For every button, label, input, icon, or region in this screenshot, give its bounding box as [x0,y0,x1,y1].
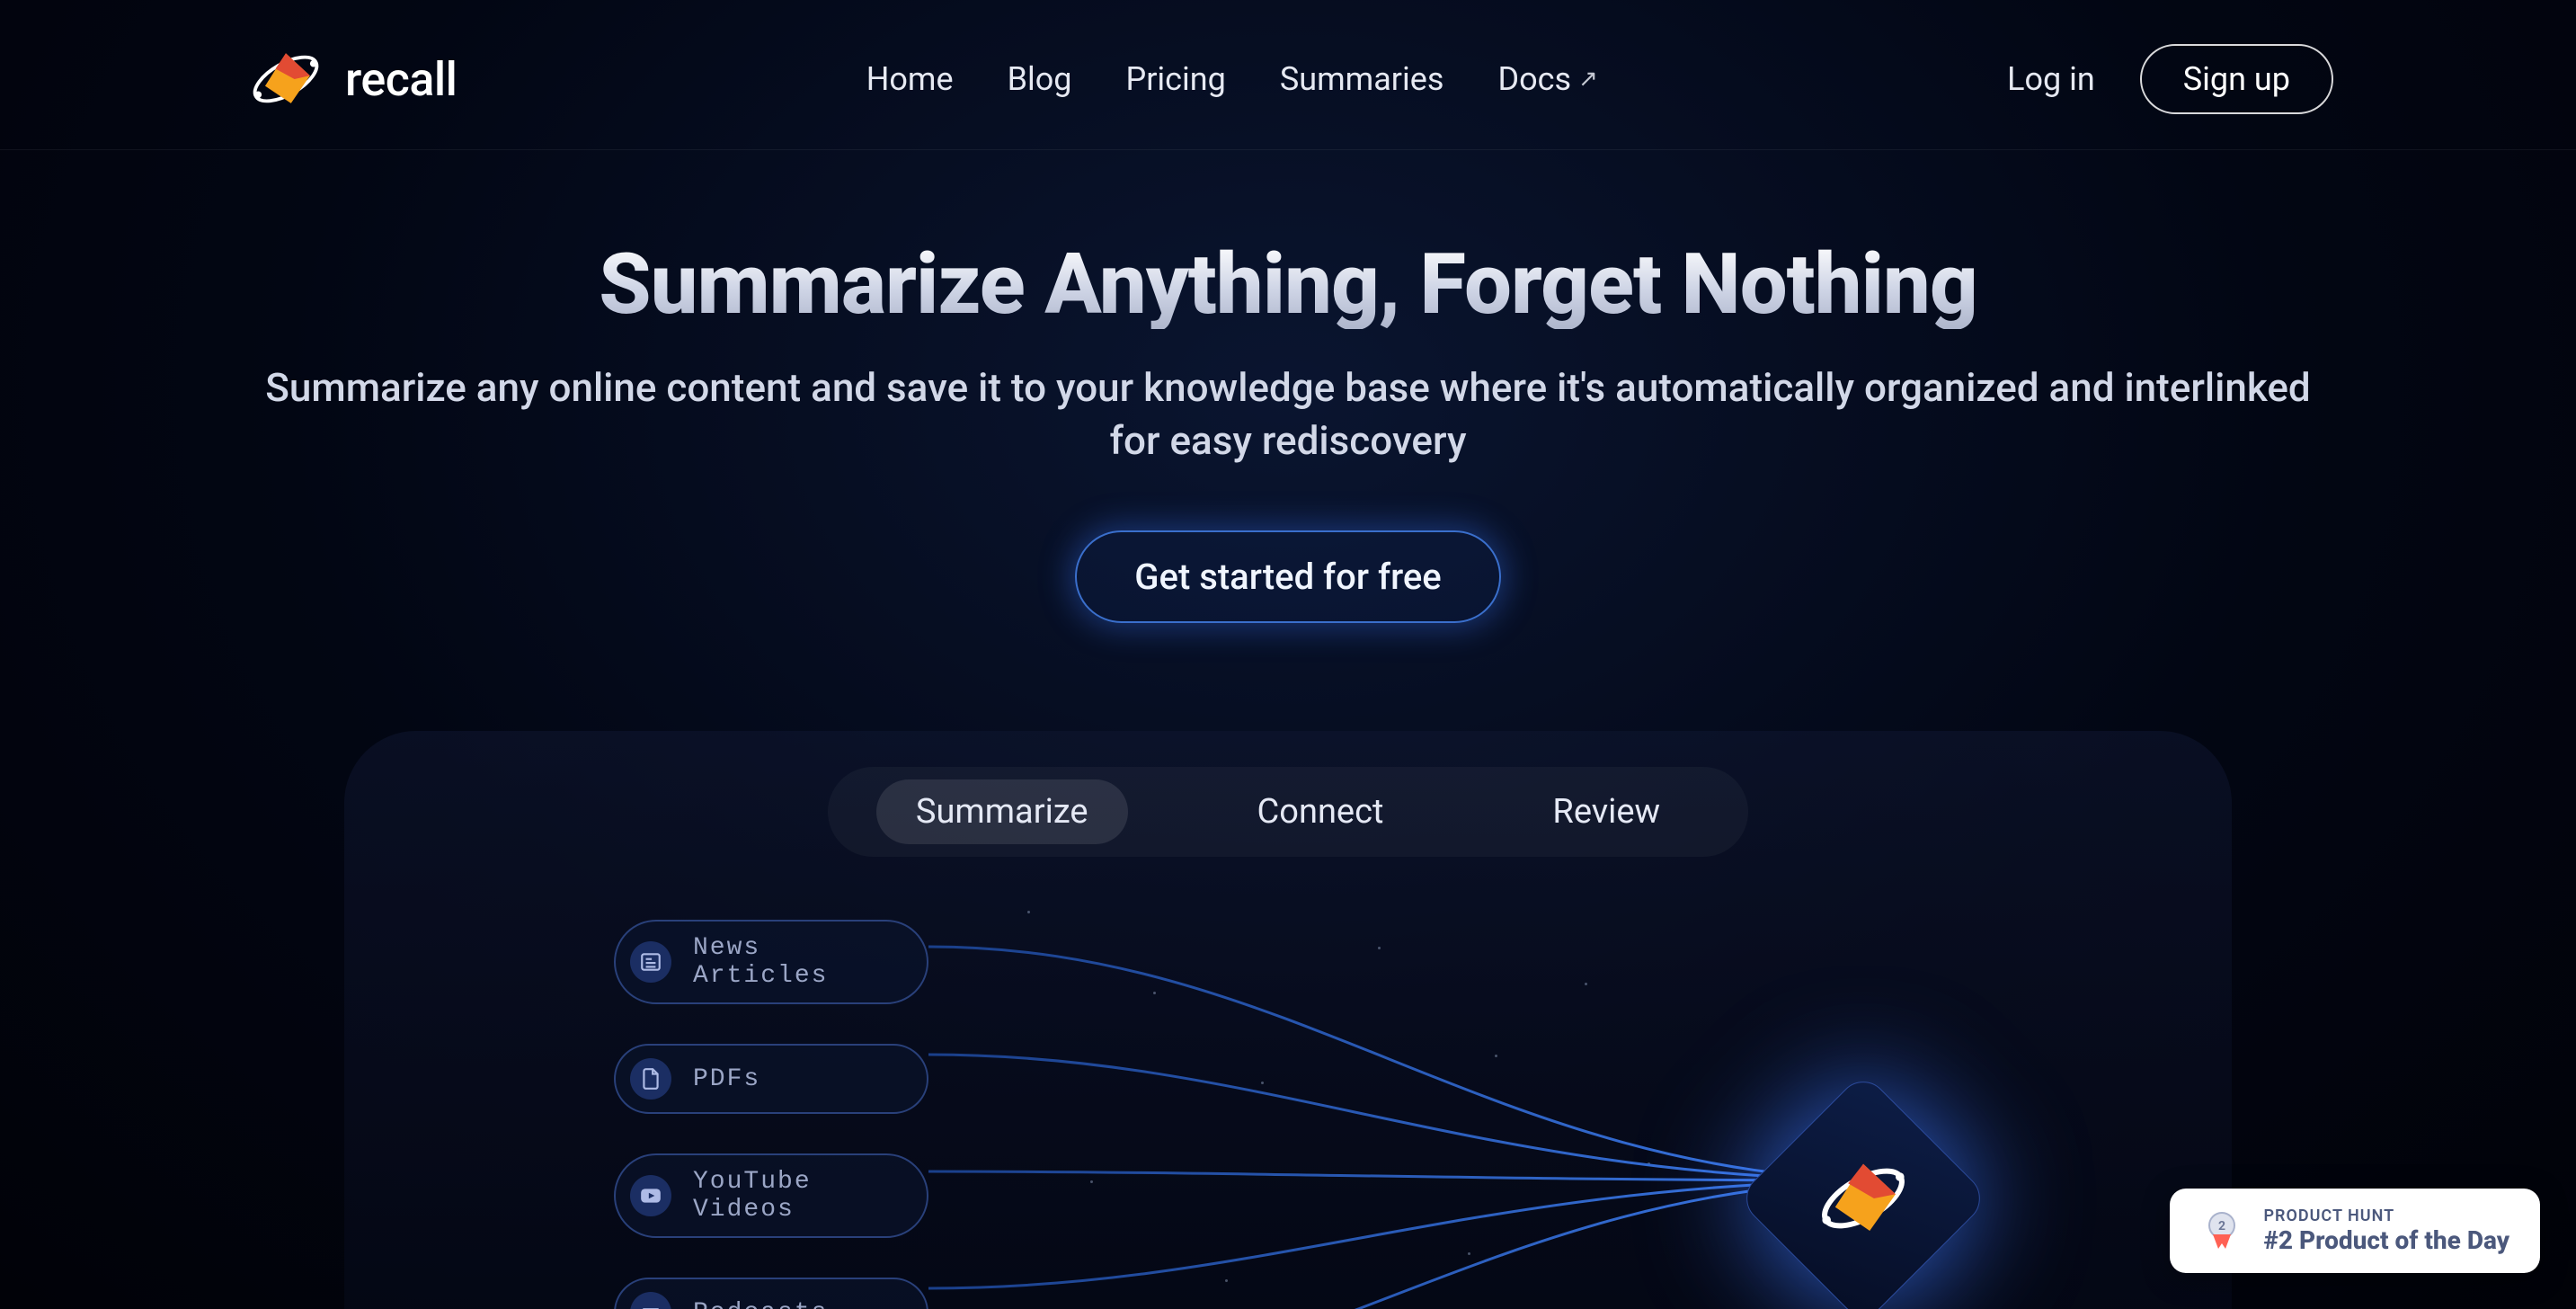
feature-tabs: Summarize Connect Review [344,767,2232,857]
source-label: News Articles [693,934,900,990]
recall-destination-node [1737,1073,1989,1309]
youtube-icon [630,1175,671,1216]
nav-right: Log in Sign up [2007,44,2333,114]
source-pill-podcasts: Podcasts [614,1278,928,1309]
document-icon [630,1058,671,1100]
hero-title: Summarize Anything, Forget Nothing [234,240,2342,329]
cta-get-started-button[interactable]: Get started for free [1075,530,1500,623]
nav-docs[interactable]: Docs ↗ [1497,60,1597,98]
tab-group: Summarize Connect Review [828,767,1748,857]
recall-logo-icon [1809,1144,1917,1252]
recall-logo-icon [243,36,329,122]
tab-review[interactable]: Review [1513,779,1700,844]
source-pill-youtube: YouTube Videos [614,1153,928,1238]
product-hunt-text: PRODUCT HUNT #2 Product of the Day [2263,1207,2509,1255]
source-diagram: News Articles PDFs You [344,893,2232,1309]
feature-panel: Summarize Connect Review [344,731,2232,1309]
nav-pricing[interactable]: Pricing [1126,60,1226,98]
nav-home[interactable]: Home [866,60,954,98]
ph-bottom: #2 Product of the Day [2263,1225,2509,1255]
top-nav: recall Home Blog Pricing Summaries Docs … [0,0,2576,150]
brand-name: recall [345,52,457,107]
newspaper-icon [630,941,671,983]
nav-blog[interactable]: Blog [1008,60,1072,98]
hero-subtitle: Summarize any online content and save it… [254,361,2322,468]
medal-icon: 2 [2200,1209,2243,1252]
nav-center: Home Blog Pricing Summaries Docs ↗ [866,60,1598,98]
hero-section: Summarize Anything, Forget Nothing Summa… [0,150,2576,677]
nav-docs-label: Docs [1497,60,1571,98]
source-pill-news: News Articles [614,920,928,1004]
signup-button[interactable]: Sign up [2140,44,2333,114]
ph-top: PRODUCT HUNT [2263,1207,2509,1225]
svg-text:2: 2 [2218,1219,2225,1233]
source-label: Podcasts [693,1299,828,1309]
brand-block[interactable]: recall [243,36,457,122]
source-label: YouTube Videos [693,1168,900,1224]
external-link-icon: ↗ [1578,66,1598,93]
nav-summaries[interactable]: Summaries [1280,60,1444,98]
podcast-icon [630,1292,671,1309]
tab-connect[interactable]: Connect [1218,779,1424,844]
login-link[interactable]: Log in [2007,60,2095,98]
tab-summarize[interactable]: Summarize [876,779,1128,844]
source-pill-pdfs: PDFs [614,1044,928,1114]
product-hunt-badge[interactable]: 2 PRODUCT HUNT #2 Product of the Day [2170,1189,2540,1273]
source-list: News Articles PDFs You [614,920,928,1309]
source-label: PDFs [693,1065,760,1093]
